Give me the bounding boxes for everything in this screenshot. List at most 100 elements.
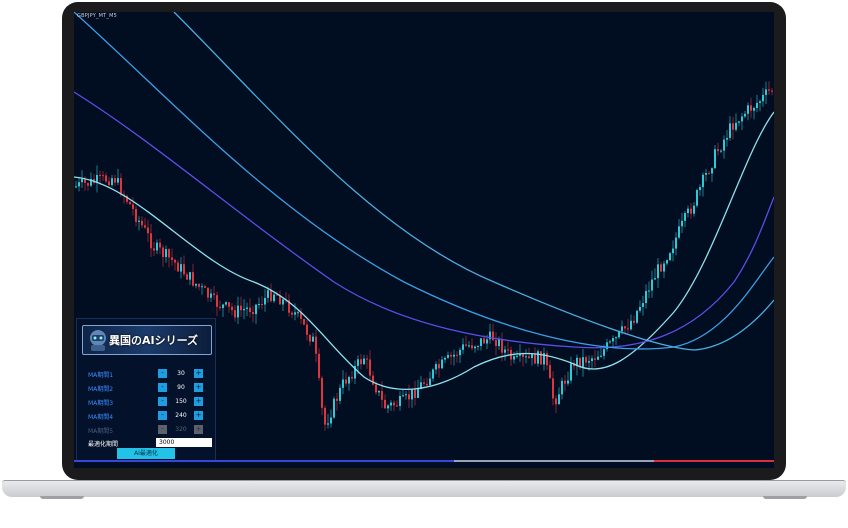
- candle-body: [168, 249, 170, 258]
- candle-body: [303, 319, 305, 325]
- candle-body: [282, 299, 284, 305]
- ma-period-1-value: 30: [177, 370, 185, 377]
- ma-period-3-increment-button[interactable]: +: [194, 397, 203, 406]
- candle-body: [195, 283, 197, 286]
- candle-body: [633, 320, 635, 323]
- candle-body: [309, 334, 311, 342]
- ma-period-4-decrement-button[interactable]: -: [158, 411, 167, 420]
- ma-period-4-increment-button[interactable]: +: [194, 411, 203, 420]
- ma-row-4: MA期間4 - 240 +: [88, 411, 214, 421]
- candle-body: [591, 358, 593, 362]
- candle-body: [411, 389, 413, 400]
- candle-body: [414, 389, 416, 398]
- candle-body: [327, 423, 329, 425]
- candle-body: [762, 94, 764, 102]
- ma-row-3: MA期間3 - 150 +: [88, 397, 214, 407]
- candle-body: [330, 417, 332, 424]
- candle-body: [720, 150, 722, 152]
- ma-period-3-label: MA期間3: [88, 400, 114, 407]
- candle-body: [363, 358, 365, 365]
- ma-period-5-value: 320: [175, 426, 187, 433]
- candle-body: [408, 394, 410, 400]
- candle-body: [663, 263, 665, 272]
- candle-body: [702, 174, 704, 188]
- candle-body: [225, 302, 227, 305]
- candle-body: [558, 394, 560, 405]
- candle-body: [141, 220, 143, 226]
- ai-optimize-button[interactable]: AI最適化: [117, 448, 175, 459]
- candle-body: [432, 369, 434, 379]
- candle-body: [675, 237, 677, 249]
- candle-body: [498, 339, 500, 347]
- candle-body: [537, 351, 539, 364]
- candle-body: [438, 364, 440, 369]
- candle-body: [423, 382, 425, 384]
- candle-body: [516, 355, 518, 357]
- candle-body: [102, 175, 104, 177]
- candle-body: [738, 121, 740, 123]
- candle-body: [732, 123, 734, 130]
- ma-period-2-decrement-button[interactable]: -: [158, 383, 167, 392]
- candle-body: [705, 172, 707, 175]
- candle-body: [567, 380, 569, 384]
- candle-body: [189, 272, 191, 280]
- symbol-label: GBPJPY_MT_M5: [77, 13, 118, 19]
- ma-line-3: [74, 12, 774, 350]
- candle-body: [315, 336, 317, 354]
- candle-body: [345, 379, 347, 384]
- candle-body: [477, 345, 479, 347]
- candle-body: [750, 105, 752, 111]
- candle-body: [507, 349, 509, 351]
- candle-body: [207, 287, 209, 298]
- ma-period-3-decrement-button[interactable]: -: [158, 397, 167, 406]
- ma-period-2-increment-button[interactable]: +: [194, 383, 203, 392]
- candle-body: [582, 357, 584, 367]
- candle-body: [390, 402, 392, 406]
- candle-body: [585, 357, 587, 363]
- candle-body: [342, 379, 344, 388]
- candle-body: [360, 359, 362, 365]
- candle-body: [105, 175, 107, 182]
- ma-settings-panel: 異国のAIシリーズ MA期間1 - 30 + MA期間2 - 90 + MA期間…: [76, 318, 216, 466]
- candle-body: [597, 356, 599, 360]
- candle-body: [261, 304, 263, 306]
- candle-body: [459, 349, 461, 356]
- candle-body: [159, 242, 161, 248]
- candle-body: [480, 338, 482, 346]
- candle-body: [447, 354, 449, 358]
- candle-body: [270, 290, 272, 302]
- candle-body: [486, 339, 488, 344]
- candle-body: [150, 233, 152, 249]
- ma-period-2-value: 90: [177, 384, 185, 391]
- candle-body: [594, 358, 596, 360]
- candle-body: [609, 341, 611, 343]
- candle-body: [381, 390, 383, 400]
- candle-body: [396, 405, 398, 407]
- candle-body: [378, 390, 380, 393]
- candle-body: [129, 201, 131, 205]
- candle-body: [450, 354, 452, 357]
- candle-body: [468, 345, 470, 347]
- candle-body: [657, 264, 659, 279]
- candle-body: [243, 308, 245, 311]
- optimize-period-input[interactable]: [156, 438, 212, 447]
- candle-body: [426, 383, 428, 386]
- candle-body: [726, 137, 728, 140]
- candle-body: [384, 399, 386, 409]
- candle-body: [525, 356, 527, 358]
- candle-body: [690, 208, 692, 214]
- ma-period-1-increment-button[interactable]: +: [194, 369, 203, 378]
- candle-body: [357, 359, 359, 366]
- candle-body: [186, 274, 188, 280]
- laptop-base: [2, 480, 846, 497]
- candle-body: [696, 189, 698, 206]
- candle-body: [492, 331, 494, 341]
- candle-body: [435, 364, 437, 370]
- candle-body: [333, 398, 335, 418]
- candle-body: [294, 312, 296, 315]
- candle-body: [210, 293, 212, 298]
- candle-body: [393, 402, 395, 406]
- candle-body: [222, 304, 224, 309]
- candle-body: [654, 278, 656, 280]
- ma-period-1-decrement-button[interactable]: -: [158, 369, 167, 378]
